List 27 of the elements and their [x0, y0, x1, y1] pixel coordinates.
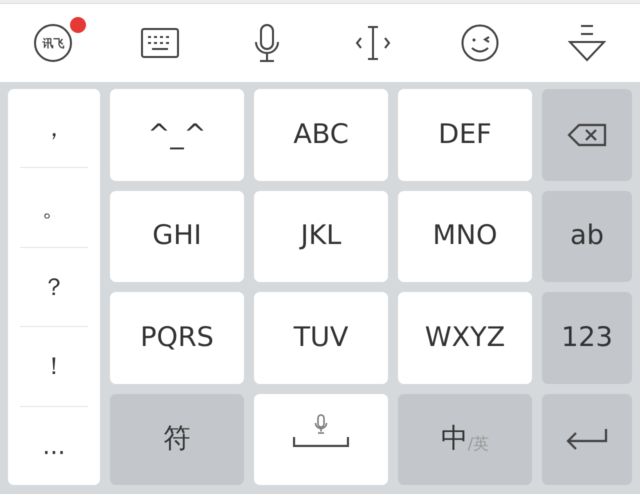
- punctuation-key[interactable]: ...: [20, 406, 88, 486]
- punctuation-key[interactable]: 。: [20, 168, 88, 248]
- letter-key[interactable]: JKL: [254, 190, 388, 282]
- punctuation-key[interactable]: ！: [20, 327, 88, 407]
- collapse-keyboard-icon[interactable]: [568, 24, 606, 62]
- punctuation-key[interactable]: ，: [20, 89, 88, 168]
- keyboard-icon[interactable]: [140, 28, 179, 58]
- microphone-icon[interactable]: [254, 24, 280, 62]
- letter-key[interactable]: WXYZ: [398, 292, 532, 384]
- enter-icon: [566, 428, 608, 450]
- microphone-icon: [314, 414, 328, 434]
- space-bar-icon: [293, 437, 349, 448]
- letter-key[interactable]: ^_^: [110, 89, 244, 180]
- letter-key[interactable]: ABC: [254, 89, 388, 180]
- function-key[interactable]: 符: [110, 394, 244, 485]
- backspace-key[interactable]: [542, 89, 632, 180]
- letter-key[interactable]: TUV: [254, 292, 388, 384]
- letter-key[interactable]: MNO: [398, 190, 532, 282]
- function-key[interactable]: 123: [542, 292, 632, 384]
- function-key[interactable]: ab: [542, 190, 632, 282]
- winking-face-icon[interactable]: [460, 24, 499, 62]
- letter-key[interactable]: GHI: [110, 190, 244, 282]
- punctuation-key[interactable]: ？: [20, 248, 88, 328]
- letter-key[interactable]: DEF: [398, 89, 532, 180]
- letter-key[interactable]: PQRS: [110, 292, 244, 384]
- backspace-icon: [567, 122, 607, 147]
- text-cursor-icon[interactable]: [355, 25, 392, 61]
